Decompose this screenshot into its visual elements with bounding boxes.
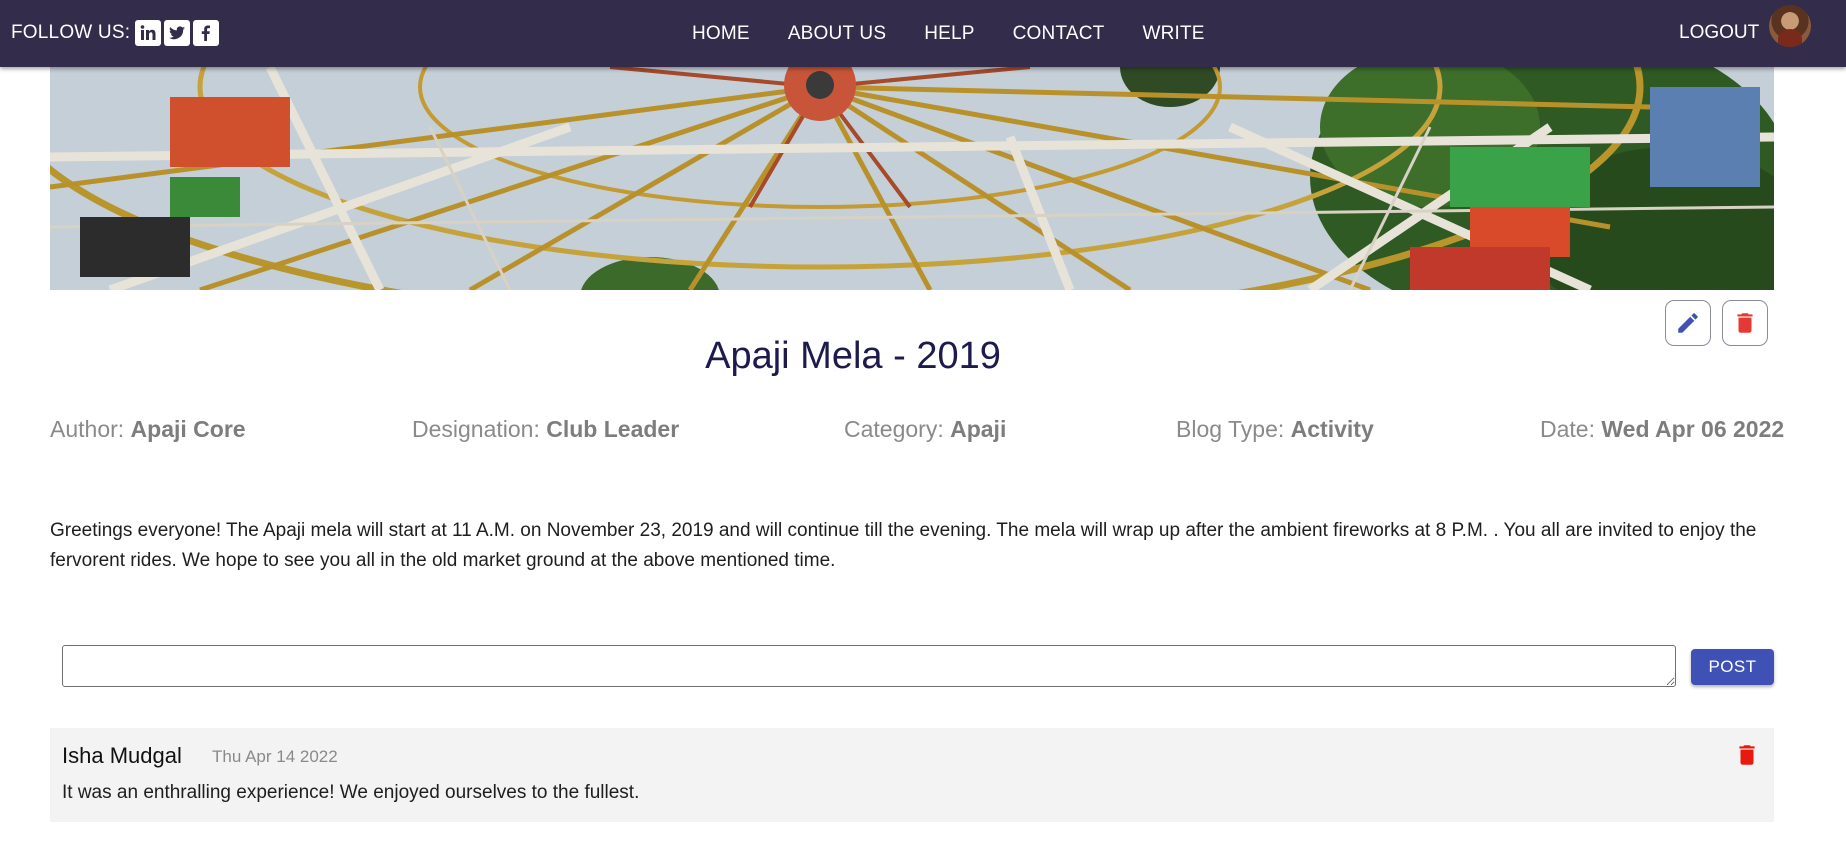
nav-contact[interactable]: CONTACT (1013, 23, 1105, 45)
delete-post-button[interactable] (1722, 300, 1768, 346)
avatar[interactable] (1769, 5, 1811, 47)
designation-label: Designation: (412, 416, 540, 442)
nav-write[interactable]: WRITE (1142, 23, 1204, 45)
designation-value: Club Leader (546, 416, 680, 442)
linkedin-icon[interactable] (135, 20, 162, 46)
delete-comment-icon[interactable] (1734, 742, 1760, 768)
post-blog-type: Blog Type: Activity (1176, 416, 1374, 443)
date-value: Wed Apr 06 2022 (1601, 416, 1785, 442)
blog-type-value: Activity (1290, 416, 1374, 442)
follow-us: FOLLOW US: (11, 20, 220, 46)
post-title: Apaji Mela - 2019 (705, 335, 1001, 377)
comment-author: Isha Mudgal (62, 743, 182, 768)
author-label: Author: (50, 416, 125, 442)
date-label: Date: (1540, 416, 1595, 442)
follow-us-label: FOLLOW US: (11, 22, 131, 43)
comment-input[interactable] (62, 645, 1676, 687)
twitter-icon[interactable] (164, 20, 191, 46)
main-nav: HOME ABOUT US HELP CONTACT WRITE (692, 0, 1243, 67)
comment-item: Isha Mudgal Thu Apr 14 2022 It was an en… (50, 728, 1774, 822)
post-date: Date: Wed Apr 06 2022 (1540, 416, 1784, 443)
post-content: Greetings everyone! The Apaji mela will … (50, 520, 1757, 571)
navbar: FOLLOW US: HOME ABOUT US HELP CONTACT WR… (0, 0, 1846, 67)
category-value: Apaji (950, 416, 1007, 442)
post-comment-button[interactable]: POST (1691, 649, 1774, 685)
nav-help[interactable]: HELP (924, 23, 974, 45)
post-category: Category: Apaji (844, 416, 1006, 443)
post-designation: Designation: Club Leader (412, 416, 679, 443)
trash-icon (1737, 313, 1753, 333)
comment-date: Thu Apr 14 2022 (212, 747, 338, 766)
post-cover-image (50, 67, 1774, 290)
post-author: Author: Apaji Core (50, 416, 246, 443)
comment-text: It was an enthralling experience! We enj… (62, 782, 640, 803)
blog-type-label: Blog Type: (1176, 416, 1285, 442)
category-label: Category: (844, 416, 944, 442)
logout-button[interactable]: LOGOUT (1679, 22, 1759, 44)
nav-home[interactable]: HOME (692, 23, 750, 45)
author-value: Apaji Core (130, 416, 246, 442)
facebook-icon[interactable] (193, 20, 220, 46)
nav-about-us[interactable]: ABOUT US (788, 23, 886, 45)
pencil-icon (1678, 313, 1698, 333)
